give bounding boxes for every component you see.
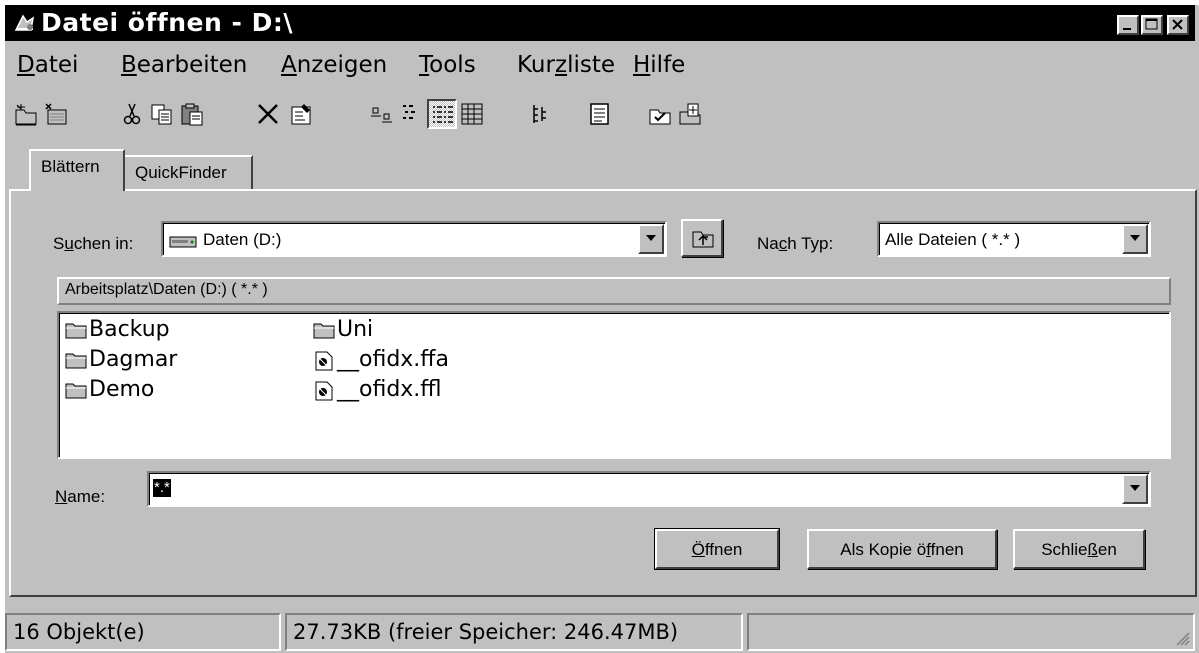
chevron-down-icon [646,235,656,241]
tab-quickfinder[interactable]: QuickFinder [125,155,253,189]
search-in-label: Suchen in: [53,234,134,253]
resize-grip-icon[interactable] [1173,629,1191,647]
list-view-button[interactable] [427,99,457,129]
menu-hilfe[interactable]: Hilfe [633,52,685,78]
open-button[interactable]: Öffnen [654,528,780,570]
properties-button[interactable] [287,99,317,129]
paste-icon [181,103,203,126]
file-type-dropdown[interactable]: Alle Dateien ( *.* ) [877,221,1151,257]
cut-button[interactable] [117,99,147,129]
title-bar[interactable]: Datei öffnen - D:\ [5,5,1195,41]
tab-quickfinder-label: QuickFinder [135,163,227,182]
file-icon [315,381,333,401]
path-header: Arbeitsplatz\Daten (D:) ( *.* ) [57,277,1171,305]
properties-icon [291,104,311,125]
file-list[interactable]: Backup Dagmar Demo Uni __ofidx.ffa __ofi… [57,311,1171,459]
up-folder-icon [692,231,714,248]
details-view-button[interactable] [457,99,487,129]
tab-blaettern-label: Blättern [41,157,100,176]
folder-icon [65,323,87,339]
search-in-value: Daten (D:) [203,230,282,249]
delete-button[interactable] [253,99,283,129]
bookmark-icon [679,103,701,125]
folder-icon [313,323,335,339]
cut-icon [123,103,141,125]
list-view-icon [433,106,453,123]
open-copy-button[interactable]: Als Kopie öffnen [807,529,997,569]
toolbar [5,91,1195,135]
large-icons-icon [371,107,392,123]
menu-tools[interactable]: Tools [419,52,476,78]
maximize-button[interactable] [1141,15,1163,35]
folder-icon [65,353,87,369]
search-in-dropdown[interactable]: Daten (D:) [161,221,667,257]
name-label: Name: [55,487,106,506]
copy-icon [151,104,172,125]
up-folder-button[interactable] [681,219,723,257]
preview-button[interactable] [585,99,615,129]
folder-icon [65,383,87,399]
new-folder-button[interactable] [11,99,41,129]
large-icons-button[interactable] [367,99,397,129]
preview-icon [590,103,609,125]
menu-bearbeiten[interactable]: Bearbeiten [121,52,247,78]
chevron-down-icon [1130,235,1140,241]
file-type-label: Nach Typ: [757,234,834,253]
open-file-icon [14,14,35,31]
small-icons-icon [403,105,415,119]
tab-blaettern[interactable]: Blättern [29,149,125,191]
small-icons-button[interactable] [397,99,427,129]
file-open-dialog: Datei öffnen - D:\ Datei Bearbeiten Anze… [5,5,1199,653]
select-button[interactable] [645,99,675,129]
tree-view-button[interactable] [525,99,555,129]
name-dropdown-arrow[interactable] [1122,474,1148,504]
file-icon [315,351,333,371]
name-input[interactable]: *.* [147,471,1151,507]
map-drive-button[interactable] [41,99,71,129]
minimize-icon [1123,28,1131,30]
minimize-button[interactable] [1117,15,1139,35]
select-icon [649,109,671,125]
menu-anzeigen[interactable]: Anzeigen [281,52,387,78]
close-icon [1172,19,1183,30]
search-in-arrow[interactable] [638,224,664,254]
chevron-down-icon [1130,485,1140,491]
status-objects: 16 Objekt(e) [5,613,281,651]
close-button[interactable] [1167,15,1189,35]
status-size: 27.73KB (freier Speicher: 246.47MB) [285,613,743,651]
name-value: *.* [153,479,171,497]
file-type-arrow[interactable] [1122,224,1148,254]
menu-datei[interactable]: Datei [17,52,78,78]
close-dialog-button[interactable]: Schließen [1013,529,1145,569]
window-title: Datei öffnen - D:\ [41,8,293,37]
menu-kurzliste[interactable]: Kurzliste [517,52,615,78]
drive-icon [169,236,197,248]
maximize-icon [1145,18,1158,30]
tree-view-icon [533,105,546,123]
status-empty [747,613,1195,651]
paste-button[interactable] [177,99,207,129]
new-folder-icon [15,104,37,126]
copy-button[interactable] [147,99,177,129]
bookmark-button[interactable] [675,99,705,129]
map-drive-icon [45,103,67,125]
delete-icon [258,104,278,124]
details-view-icon [461,103,483,125]
file-type-value: Alle Dateien ( *.* ) [885,230,1021,249]
